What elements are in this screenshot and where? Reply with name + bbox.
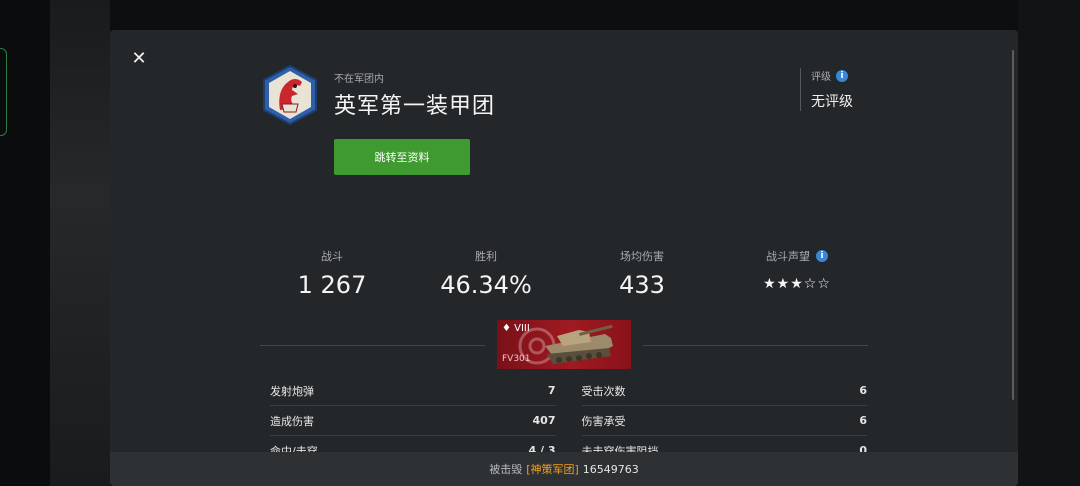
clan-emblem-icon	[263, 64, 317, 126]
tank-card[interactable]: ♦ VIII FV301	[497, 320, 631, 369]
rating-value: 无评级	[811, 94, 853, 110]
detail-value: 7	[547, 384, 556, 397]
rating-info-icon[interactable]: i	[836, 69, 848, 82]
detail-cell: 发射炮弹 7	[270, 376, 556, 406]
player-profile-dialog: ✕ 不在军团内 英军第一装甲团 跳转至资料 评级 i 无评级 战斗 1 267 …	[110, 30, 1018, 486]
detail-label: 发射炮弹	[270, 384, 314, 398]
killed-by-footer: 被击毁 [神策军团] 16549763	[110, 452, 1018, 486]
detail-cell: 伤害承受 6	[581, 406, 867, 436]
stat-battles-label: 战斗	[321, 250, 343, 263]
divider-right	[643, 345, 868, 346]
table-row: 造成伤害 407 伤害承受 6	[270, 406, 867, 436]
stat-avg-damage-label: 场均伤害	[620, 250, 664, 263]
reputation-info-icon[interactable]: i	[816, 250, 828, 262]
backdrop-left	[0, 0, 50, 486]
detail-value: 6	[859, 384, 867, 397]
stat-battles-value: 1 267	[297, 271, 367, 299]
detail-label: 造成伤害	[270, 414, 314, 428]
stat-reputation-label: 战斗声望	[766, 250, 810, 263]
goto-profile-button[interactable]: 跳转至资料	[334, 139, 470, 175]
detail-value: 407	[532, 414, 556, 427]
stat-wins: 胜利 46.34%	[406, 248, 566, 299]
stat-reputation: 战斗声望 i ★★★☆☆	[717, 248, 877, 292]
rating-label-row: 评级 i	[811, 68, 853, 83]
killed-by-label: 被击毁	[489, 463, 523, 476]
detail-cell: 受击次数 6	[581, 376, 867, 406]
backdrop-side-button	[0, 48, 7, 136]
scrollbar[interactable]	[1012, 50, 1014, 400]
detail-cell: 造成伤害 407	[270, 406, 556, 436]
killer-player-id[interactable]: 16549763	[583, 463, 639, 476]
clan-name-title: 英军第一装甲团	[334, 94, 496, 119]
table-row: 发射炮弹 7 受击次数 6	[270, 376, 867, 406]
killer-clan-tag[interactable]: [神策军团]	[526, 461, 579, 477]
detail-label: 伤害承受	[581, 414, 626, 428]
stat-wins-value: 46.34%	[440, 271, 532, 299]
tank-name: FV301	[502, 354, 531, 364]
backdrop-right	[1018, 0, 1080, 486]
divider-left	[260, 345, 485, 346]
stat-avg-damage: 场均伤害 433	[562, 248, 722, 299]
rating-block: 评级 i 无评级	[800, 68, 853, 111]
rating-label: 评级	[811, 72, 831, 83]
tank-tier: ♦ VIII	[502, 323, 530, 334]
detail-label: 受击次数	[581, 384, 626, 398]
reputation-stars: ★★★☆☆	[763, 276, 831, 292]
stat-wins-label: 胜利	[475, 250, 497, 263]
backdrop-blur-left	[50, 0, 110, 486]
clan-status-label: 不在军团内	[334, 74, 384, 85]
stat-battles: 战斗 1 267	[252, 248, 412, 299]
detail-value: 6	[859, 414, 867, 427]
close-icon[interactable]: ✕	[130, 50, 148, 68]
stat-avg-damage-value: 433	[619, 271, 665, 299]
